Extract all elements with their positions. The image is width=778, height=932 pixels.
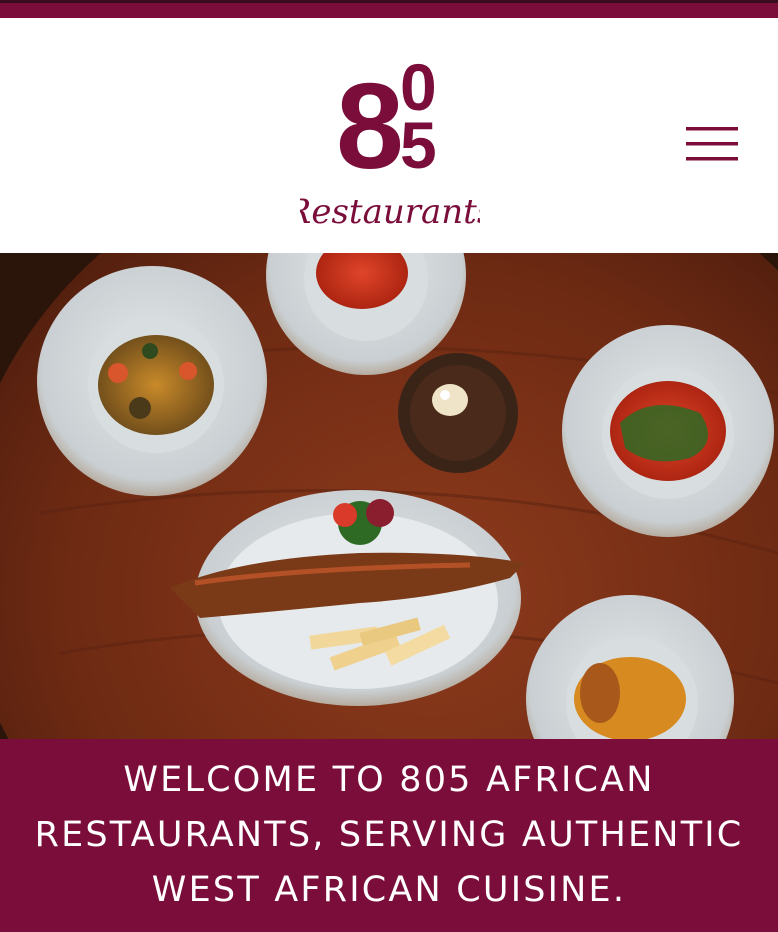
site-header: 8 0 5 Restaurants [0,18,778,253]
menu-button[interactable] [684,125,740,165]
hamburger-menu-icon [686,127,738,161]
logo-script-text: Restaurants [300,192,480,232]
logo-digit-8: 8 [336,58,404,194]
top-accent-bar [0,0,778,18]
welcome-banner: WELCOME TO 805 AFRICAN RESTAURANTS, SERV… [0,739,778,932]
hero-food-image [0,253,778,739]
site-logo-link[interactable]: 8 0 5 Restaurants [300,48,480,238]
logo-digit-5: 5 [400,108,437,182]
logo-805-icon: 8 0 5 Restaurants [300,50,480,232]
welcome-heading: WELCOME TO 805 AFRICAN RESTAURANTS, SERV… [34,760,744,910]
food-spread-photo [0,253,778,739]
